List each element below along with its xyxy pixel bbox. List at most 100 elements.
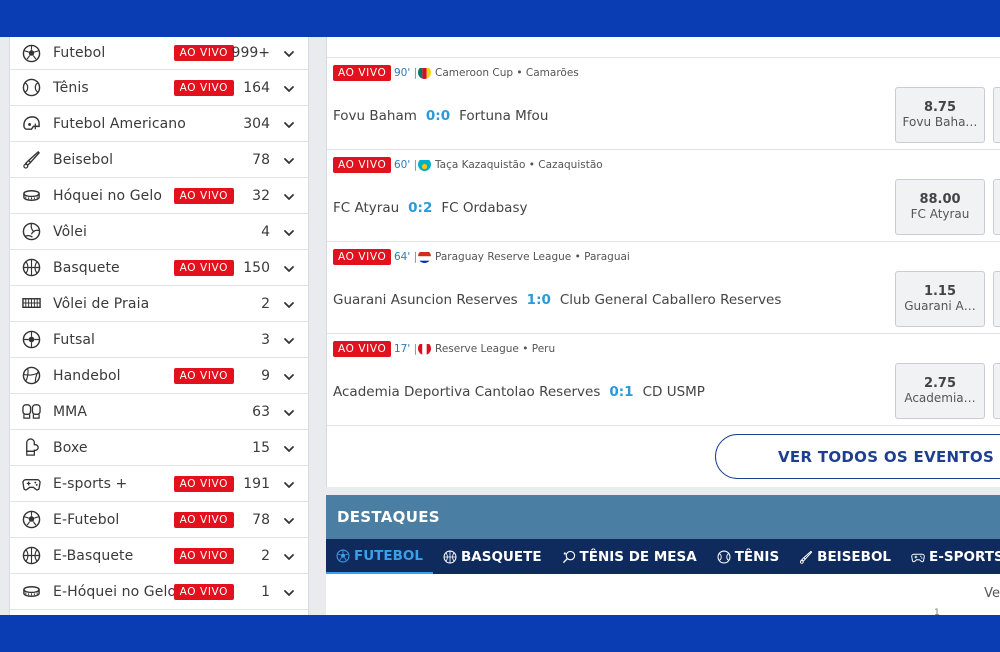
basketball-icon bbox=[443, 550, 457, 564]
chevron-down-icon[interactable] bbox=[282, 549, 296, 563]
away-team: FC Ordabasy bbox=[441, 200, 528, 216]
odd-value: 1.15 bbox=[923, 284, 957, 299]
live-badge: AO VIVO bbox=[173, 547, 234, 564]
league-name[interactable]: Reserve League • Peru bbox=[435, 343, 555, 355]
odd-button[interactable]: 2.75 Academia… bbox=[895, 363, 985, 419]
chevron-down-icon[interactable] bbox=[282, 333, 296, 347]
live-badge: AO VIVO bbox=[173, 187, 234, 204]
match-teams[interactable]: Academia Deportiva Cantolao Reserves 0:1 C… bbox=[333, 384, 705, 400]
odd-button-partial[interactable] bbox=[993, 363, 1000, 419]
tab-e-sports[interactable]: E-SPORTS + bbox=[901, 539, 1000, 574]
beach-volley-net-icon bbox=[21, 294, 41, 314]
sidebar-item-handebol[interactable]: Handebol AO VIVO 9 bbox=[10, 358, 308, 394]
match-teams[interactable]: FC Atyrau 0:2 FC Ordabasy bbox=[333, 200, 527, 216]
chevron-down-icon[interactable] bbox=[282, 189, 296, 203]
chevron-down-icon[interactable] bbox=[282, 513, 296, 527]
event-row[interactable]: AO VIVO 90' | Cameroon Cup • Camarões Fovu … bbox=[327, 58, 1000, 150]
sidebar-item-futebol-americano[interactable]: Futebol Americano 304 bbox=[10, 106, 308, 142]
event-count: 2 bbox=[261, 547, 270, 564]
match-minute-value: 64' bbox=[394, 251, 411, 263]
sidebar-item-futebol[interactable]: Futebol AO VIVO 999+ bbox=[10, 37, 308, 70]
chevron-down-icon[interactable] bbox=[282, 46, 296, 60]
tab-label: BEISEBOL bbox=[817, 548, 892, 565]
sidebar-item-e-sports-[interactable]: E-sports + AO VIVO 191 bbox=[10, 466, 308, 502]
chevron-down-icon[interactable] bbox=[282, 585, 296, 599]
match-score: 0:1 bbox=[609, 384, 634, 400]
highlights-tabs: FUTEBOL BASQUETE TÊNIS DE MESA TÊNIS BEISEBO… bbox=[326, 539, 1000, 574]
match-teams[interactable]: Guarani Asuncion Reserves 1:0 Club General… bbox=[333, 292, 781, 308]
odd-button-partial[interactable] bbox=[993, 87, 1000, 143]
live-badge: AO VIVO bbox=[173, 511, 234, 528]
soccer-ball-icon bbox=[21, 43, 41, 63]
sidebar-item-futsal[interactable]: Futsal 3 bbox=[10, 322, 308, 358]
chevron-down-icon[interactable] bbox=[282, 81, 296, 95]
chevron-down-icon[interactable] bbox=[282, 153, 296, 167]
sidebar-item-v-lei[interactable]: Vôlei 4 bbox=[10, 214, 308, 250]
event-count: 191 bbox=[243, 475, 270, 492]
live-badge: AO VIVO bbox=[173, 45, 234, 61]
odd-button[interactable]: 88.00 FC Atyrau bbox=[895, 179, 985, 235]
match-minute-value: 90' bbox=[394, 67, 411, 79]
sidebar-item-e-h-quei-no-gelo[interactable]: E-Hóquei no Gelo AO VIVO 1 bbox=[10, 574, 308, 610]
sidebar-item-basquete[interactable]: Basquete AO VIVO 150 bbox=[10, 250, 308, 286]
tab-t-nis-de-mesa[interactable]: TÊNIS DE MESA bbox=[552, 539, 707, 574]
odd-button-partial[interactable] bbox=[993, 179, 1000, 235]
tab-label: E-SPORTS + bbox=[929, 548, 1000, 565]
sidebar-item-label: MMA bbox=[53, 403, 88, 420]
sidebar-item-t-nis[interactable]: Tênis AO VIVO 164 bbox=[10, 70, 308, 106]
chevron-down-icon[interactable] bbox=[282, 225, 296, 239]
sidebar-item-v-lei-de-praia[interactable]: Vôlei de Praia 2 bbox=[10, 286, 308, 322]
chevron-down-icon[interactable] bbox=[282, 261, 296, 275]
view-all-events-button[interactable]: VER TODOS OS EVENTOS bbox=[715, 434, 1000, 479]
event-row[interactable]: AO VIVO 64' | Paraguay Reserve League • Pa… bbox=[327, 242, 1000, 334]
odd-button-partial[interactable] bbox=[993, 271, 1000, 327]
event-count: 999+ bbox=[231, 45, 270, 61]
odd-value: 2.75 bbox=[923, 376, 957, 391]
league-name[interactable]: Paraguay Reserve League • Paraguai bbox=[435, 251, 630, 263]
tab-beisebol[interactable]: BEISEBOL bbox=[789, 539, 901, 574]
top-header-bar bbox=[0, 0, 1000, 37]
soccer-ball-icon bbox=[336, 549, 350, 563]
baseball-bat-icon bbox=[21, 150, 41, 170]
event-count: 9 bbox=[261, 367, 270, 384]
match-score: 0:2 bbox=[408, 200, 433, 216]
tab-futebol[interactable]: FUTEBOL bbox=[326, 539, 433, 574]
event-count: 78 bbox=[252, 511, 270, 528]
sidebar-item-e-futebol[interactable]: E-Futebol AO VIVO 78 bbox=[10, 502, 308, 538]
chevron-down-icon[interactable] bbox=[282, 117, 296, 131]
tab-label: TÊNIS bbox=[734, 548, 780, 565]
odd-button[interactable]: 1.15 Guarani A… bbox=[895, 271, 985, 327]
live-badge: AO VIVO bbox=[333, 341, 392, 357]
chevron-down-icon[interactable] bbox=[282, 405, 296, 419]
highlights-title: DESTAQUES bbox=[326, 495, 1000, 539]
league-name[interactable]: Cameroon Cup • Camarões bbox=[435, 67, 579, 79]
sidebar-item-e-basquete[interactable]: E-Basquete AO VIVO 2 bbox=[10, 538, 308, 574]
mma-gloves-icon bbox=[21, 402, 41, 422]
tennis-ball-icon bbox=[21, 78, 41, 98]
live-badge: AO VIVO bbox=[333, 249, 392, 265]
league-name[interactable]: Taça Kazaquistão • Cazaquistão bbox=[435, 159, 603, 171]
odd-button[interactable]: 8.75 Fovu Baha… bbox=[895, 87, 985, 143]
match-teams[interactable]: Fovu Baham 0:0 Fortuna Mfou bbox=[333, 108, 548, 124]
event-count: 15 bbox=[252, 439, 270, 456]
tab-label: BASQUETE bbox=[460, 548, 542, 565]
chevron-down-icon[interactable] bbox=[282, 477, 296, 491]
live-badge: AO VIVO bbox=[173, 79, 234, 96]
sidebar-item-h-quei-no-gelo[interactable]: Hóquei no Gelo AO VIVO 32 bbox=[10, 178, 308, 214]
sidebar-item-boxe[interactable]: Boxe 15 bbox=[10, 430, 308, 466]
event-row[interactable]: AO VIVO 60' | Taça Kazaquistão • Cazaquist… bbox=[327, 150, 1000, 242]
tab-basquete[interactable]: BASQUETE bbox=[433, 539, 552, 574]
sidebar-item-mma[interactable]: MMA 63 bbox=[10, 394, 308, 430]
tab-t-nis[interactable]: TÊNIS bbox=[707, 539, 789, 574]
soccer-ball-icon bbox=[21, 510, 41, 530]
event-count: 78 bbox=[252, 151, 270, 168]
chevron-down-icon[interactable] bbox=[282, 297, 296, 311]
sidebar-item-beisebol[interactable]: Beisebol 78 bbox=[10, 142, 308, 178]
event-row[interactable]: AO VIVO 17' | Reserve League • Peru Academi… bbox=[327, 334, 1000, 426]
chevron-down-icon[interactable] bbox=[282, 369, 296, 383]
highlights-view-link[interactable]: Ve bbox=[984, 586, 1000, 601]
sidebar-item-label: Tênis bbox=[53, 79, 89, 96]
sidebar-item-label: Vôlei bbox=[53, 223, 87, 240]
event-count: 4 bbox=[261, 223, 270, 240]
chevron-down-icon[interactable] bbox=[282, 441, 296, 455]
